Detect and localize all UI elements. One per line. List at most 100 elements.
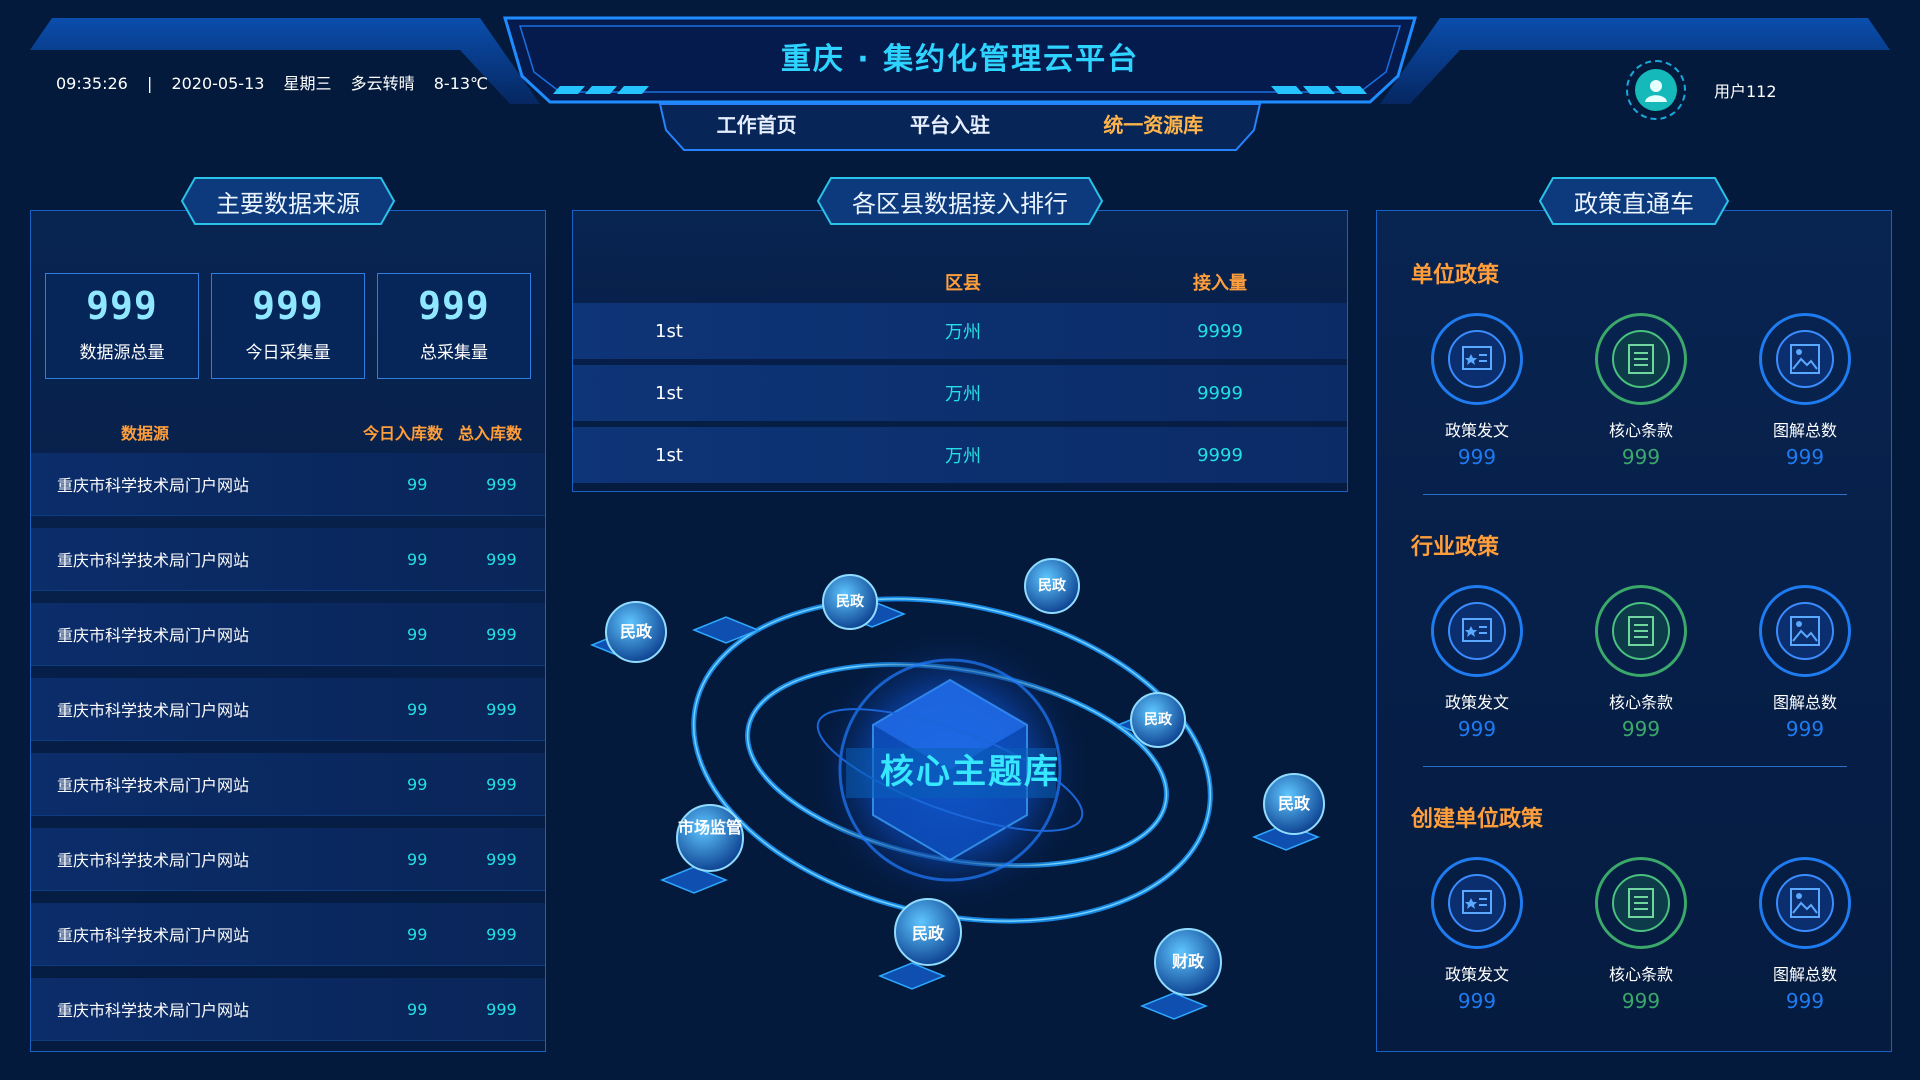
node-market-supervision[interactable]: 市场监管 (675, 818, 745, 838)
stat-label: 数据源总量 (79, 343, 165, 363)
user-info[interactable]: 用户112 (1626, 60, 1777, 120)
stats-row: 999 数据源总量 999 今日采集量 999 总采集量 (45, 273, 531, 379)
node-civil-6[interactable]: 民政 (893, 924, 963, 944)
row-today: 99 (407, 849, 428, 869)
header-district: 区县 (945, 273, 981, 294)
policy-item-core-clauses[interactable]: 核心条款 999 (1581, 313, 1701, 469)
avatar[interactable] (1626, 60, 1686, 120)
row-today: 99 (407, 624, 428, 644)
row-rank: 1st (655, 320, 683, 342)
table-row[interactable]: 重庆市科学技术局门户网站 99 999 (31, 978, 545, 1041)
source-list: 重庆市科学技术局门户网站 99 999 重庆市科学技术局门户网站 99 999 重庆市科… (31, 453, 545, 1053)
core-topic-label[interactable]: 核心主题库 (860, 744, 1080, 793)
section-title-industry-policy: 行业政策 (1411, 535, 1500, 560)
page-title: 重庆 · 集约化管理云平台 (780, 42, 1140, 77)
row-total: 999 (486, 774, 517, 794)
row-source: 重庆市科学技术局门户网站 (57, 551, 250, 570)
policy-item-diagrams[interactable]: 图解总数 999 (1745, 585, 1865, 741)
table-row[interactable]: 重庆市科学技术局门户网站 99 999 (31, 903, 545, 966)
separator: | (146, 74, 153, 93)
policy-value: 999 (1457, 717, 1497, 741)
row-rank: 1st (655, 444, 683, 466)
policy-item-core-clauses[interactable]: 核心条款 999 (1581, 857, 1701, 1013)
header-today: 今日入库数 (362, 424, 443, 443)
row-district: 万州 (945, 446, 981, 467)
policy-item-documents[interactable]: 政策发文 999 (1417, 585, 1537, 741)
stat-card-today-collect: 999 今日采集量 (211, 273, 365, 379)
policy-label: 核心条款 (1608, 965, 1673, 984)
section-row-industry-policy: 政策发文 999 核心条款 999 图解总数 999 (1417, 585, 1865, 741)
node-civil-1[interactable]: 民政 (601, 622, 671, 642)
policy-document-icon (1431, 313, 1523, 405)
current-date: 2020-05-13 (171, 74, 265, 93)
policy-label: 政策发文 (1444, 965, 1509, 984)
policy-document-icon (1431, 585, 1523, 677)
node-finance[interactable]: 财政 (1153, 952, 1223, 972)
table-row[interactable]: 重庆市科学技术局门户网站 99 999 (31, 678, 545, 741)
center-panel: 各区县数据接入排行 区县 接入量 1st 万州 9999 1st 万州 9999 1st… (572, 177, 1348, 492)
policy-label: 核心条款 (1608, 693, 1673, 712)
weekday: 星期三 (283, 74, 332, 93)
header-amount: 接入量 (1193, 273, 1247, 294)
policy-item-diagrams[interactable]: 图解总数 999 (1745, 313, 1865, 469)
row-total: 999 (486, 849, 517, 869)
row-district: 万州 (945, 322, 981, 343)
diagram-image-icon (1759, 857, 1851, 949)
weather: 多云转晴 (350, 74, 415, 93)
table-row[interactable]: 重庆市科学技术局门户网站 99 999 (31, 828, 545, 891)
section-title-unit-policy: 单位政策 (1411, 263, 1500, 288)
row-total: 999 (486, 924, 517, 944)
row-amount: 9999 (1197, 444, 1243, 466)
source-table-header: 数据源 今日入库数 总入库数 (31, 411, 545, 453)
table-row[interactable]: 重庆市科学技术局门户网站 99 999 (31, 528, 545, 591)
table-row[interactable]: 1st 万州 9999 (573, 303, 1347, 359)
user-avatar-icon (1635, 69, 1677, 111)
policy-label: 图解总数 (1772, 965, 1837, 984)
row-source: 重庆市科学技术局门户网站 (57, 476, 250, 495)
header-total: 总入库数 (457, 424, 522, 443)
table-row[interactable]: 重庆市科学技术局门户网站 99 999 (31, 453, 545, 516)
row-source: 重庆市科学技术局门户网站 (57, 776, 250, 795)
node-civil-4[interactable]: 民政 (1123, 710, 1193, 730)
core-clause-icon (1595, 857, 1687, 949)
row-source: 重庆市科学技术局门户网站 (57, 701, 250, 720)
row-amount: 9999 (1197, 320, 1243, 342)
policy-label: 政策发文 (1444, 693, 1509, 712)
row-amount: 9999 (1197, 382, 1243, 404)
policy-item-documents[interactable]: 政策发文 999 (1417, 857, 1537, 1013)
node-civil-3[interactable]: 民政 (1017, 576, 1087, 596)
panel-title-left-text: 主要数据来源 (216, 189, 360, 218)
node-civil-2[interactable]: 民政 (815, 592, 885, 612)
row-today: 99 (407, 924, 428, 944)
row-today: 99 (407, 474, 428, 494)
row-district: 万州 (945, 384, 981, 405)
row-total: 999 (486, 624, 517, 644)
panel-title-right-text: 政策直通车 (1574, 189, 1694, 218)
divider (1423, 494, 1847, 495)
rank-table-header: 区县 接入量 (573, 261, 1347, 303)
stat-value: 999 (418, 284, 490, 328)
policy-item-core-clauses[interactable]: 核心条款 999 (1581, 585, 1701, 741)
nav-work-home[interactable]: 工作首页 (705, 109, 809, 138)
table-row[interactable]: 重庆市科学技术局门户网站 99 999 (31, 753, 545, 816)
row-today: 99 (407, 699, 428, 719)
policy-value: 999 (1785, 989, 1825, 1013)
panel-title-right: 政策直通车 (1539, 177, 1729, 225)
policy-item-documents[interactable]: 政策发文 999 (1417, 313, 1537, 469)
table-row[interactable]: 1st 万州 9999 (573, 365, 1347, 421)
left-panel: 主要数据来源 999 数据源总量 999 今日采集量 999 总采集量 数据源 … (30, 177, 546, 1053)
row-rank: 1st (655, 382, 683, 404)
table-row[interactable]: 重庆市科学技术局门户网站 99 999 (31, 603, 545, 666)
nav-platform-join[interactable]: 平台入驻 (898, 109, 1002, 138)
right-panel: 政策直通车 单位政策 政策发文 999 核心条款 999 图解总数 999 行业… (1376, 177, 1892, 1052)
node-civil-5[interactable]: 民政 (1259, 794, 1329, 814)
section-row-unit-policy: 政策发文 999 核心条款 999 图解总数 999 (1417, 313, 1865, 469)
policy-item-diagrams[interactable]: 图解总数 999 (1745, 857, 1865, 1013)
policy-label: 核心条款 (1608, 421, 1673, 440)
nav-unified-resource[interactable]: 统一资源库 (1091, 109, 1215, 138)
diagram-image-icon (1759, 313, 1851, 405)
table-row[interactable]: 1st 万州 9999 (573, 427, 1347, 483)
panel-title-left: 主要数据来源 (181, 177, 395, 225)
policy-label: 图解总数 (1772, 421, 1837, 440)
diagram-image-icon (1759, 585, 1851, 677)
